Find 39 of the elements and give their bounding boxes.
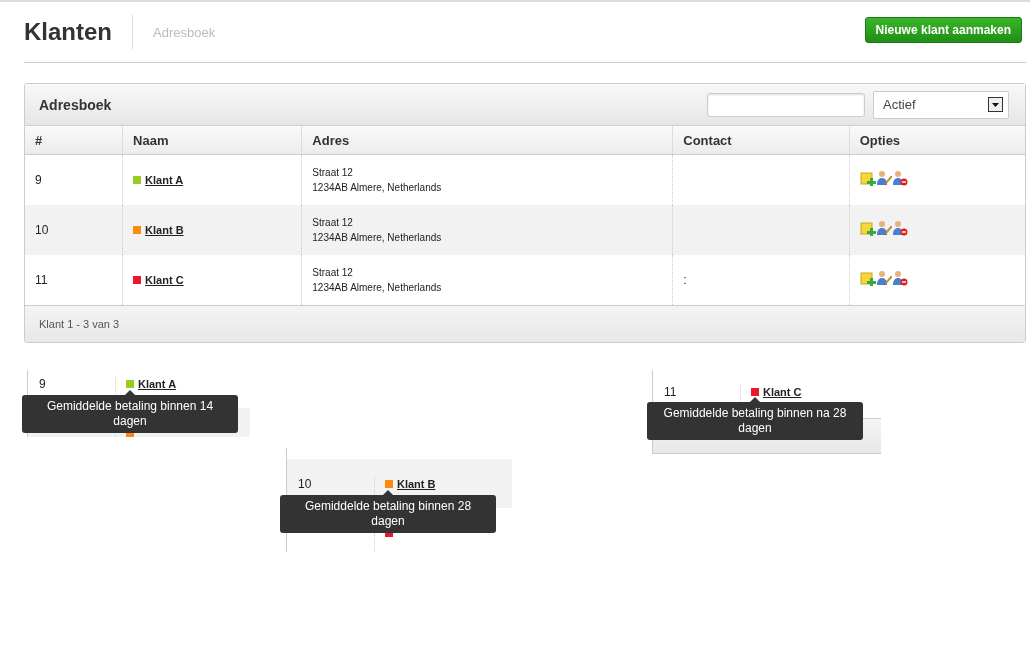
- pagination-text: Klant 1 - 3 van 3: [39, 317, 120, 330]
- tooltip: Gemiddelde betaling binnen 28 dagen: [280, 495, 496, 533]
- column-header: Adres: [301, 126, 673, 155]
- person-edit-icon[interactable]: [875, 270, 892, 286]
- note-add-icon[interactable]: [859, 270, 876, 286]
- address-line: Straat 12: [312, 265, 354, 280]
- column-header: Naam: [122, 126, 302, 155]
- dropdown-icon[interactable]: [988, 97, 1003, 112]
- column-header: Contact: [672, 126, 850, 155]
- column-header: #: [25, 126, 123, 155]
- client-link[interactable]: Klant A: [138, 378, 177, 390]
- table-cell: 10: [25, 204, 123, 255]
- client-link[interactable]: Klant C: [145, 273, 184, 286]
- address-line: 1234AB Almere, Netherlands: [312, 180, 443, 195]
- client-link[interactable]: Klant B: [397, 478, 436, 490]
- panel-title: Adresboek: [39, 96, 113, 113]
- person-remove-icon[interactable]: [891, 270, 908, 286]
- person-remove-icon[interactable]: [891, 220, 908, 236]
- table-cell: 11: [25, 254, 123, 305]
- table-cell: :: [672, 254, 850, 305]
- page-title: Klanten: [24, 15, 133, 49]
- address-line: Straat 12: [312, 165, 354, 180]
- note-add-icon[interactable]: [859, 170, 876, 187]
- tooltip: Gemiddelde betaling binnen na 28 dagen: [647, 402, 863, 440]
- client-link[interactable]: Klant A: [145, 173, 184, 186]
- person-remove-icon[interactable]: [891, 170, 908, 187]
- column-header: Opties: [849, 126, 1025, 155]
- person-edit-icon[interactable]: [875, 220, 892, 236]
- address-line: 1234AB Almere, Netherlands: [312, 280, 443, 295]
- address-line: 1234AB Almere, Netherlands: [312, 230, 443, 245]
- client-link[interactable]: Klant C: [763, 386, 802, 398]
- person-edit-icon[interactable]: [875, 170, 892, 187]
- status-select[interactable]: Actief: [873, 90, 1009, 119]
- table-cell: 9: [25, 154, 123, 205]
- tooltip: Gemiddelde betaling binnen 14 dagen: [22, 395, 238, 433]
- client-link[interactable]: Klant B: [145, 223, 184, 236]
- address-line: Straat 12: [312, 215, 354, 230]
- note-add-icon[interactable]: [859, 220, 876, 236]
- search-field[interactable]: [707, 92, 865, 117]
